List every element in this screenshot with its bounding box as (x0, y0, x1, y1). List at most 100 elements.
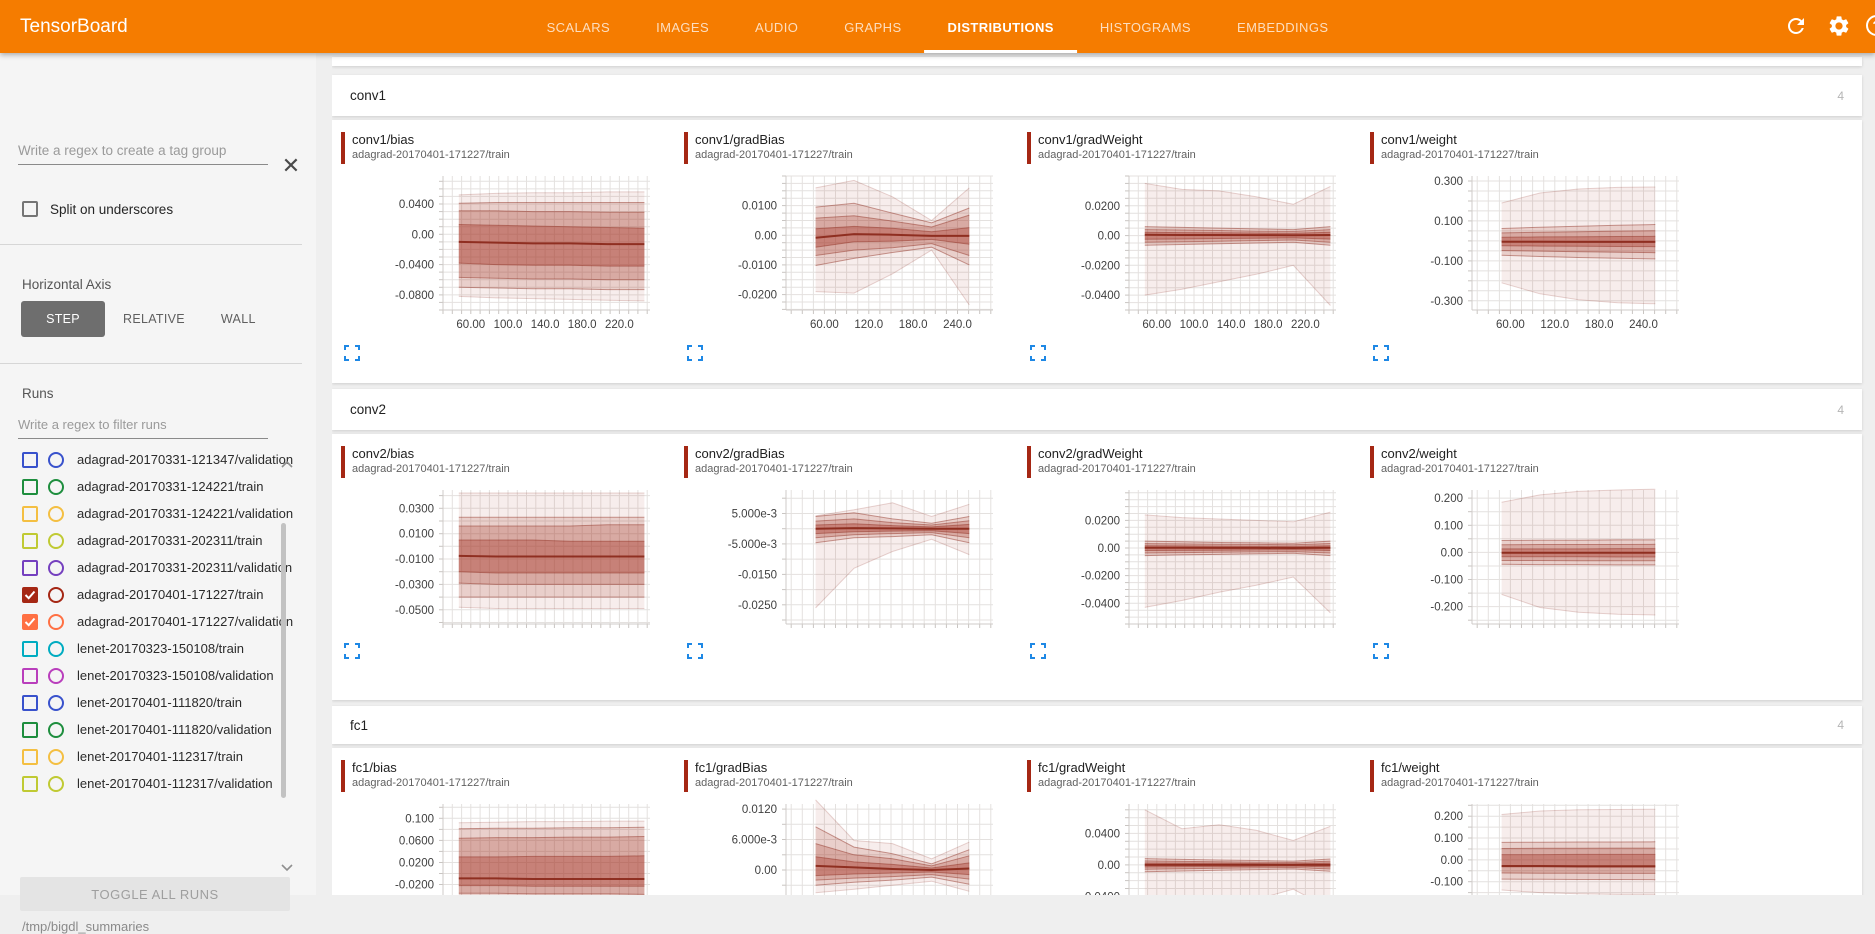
split-underscores-row[interactable]: Split on underscores (22, 201, 173, 217)
expand-icon[interactable] (1029, 345, 1047, 363)
distribution-plot[interactable]: 0.03000.0100-0.0100-0.0300-0.0500 (341, 480, 671, 630)
run-checkbox[interactable] (22, 533, 38, 549)
run-list-item[interactable]: lenet-20170323-150108/validation (22, 667, 302, 684)
run-radio[interactable] (48, 506, 64, 522)
axis-option-wall[interactable]: WALL (203, 301, 274, 337)
run-list-item[interactable]: lenet-20170401-111820/validation (22, 721, 302, 738)
distribution-plot[interactable]: 0.02000.00-0.0200-0.0400 (1027, 480, 1357, 630)
run-label: lenet-20170323-150108/validation (77, 667, 295, 684)
close-icon[interactable]: ✕ (280, 155, 302, 177)
chart-title: fc1/bias (352, 760, 671, 776)
distribution-plot[interactable]: 0.2000.1000.00-0.100 (1370, 794, 1700, 895)
run-radio[interactable] (48, 533, 64, 549)
run-checkbox[interactable] (22, 749, 38, 765)
run-checkbox[interactable] (22, 641, 38, 657)
chart-run-label: adagrad-20170401-171227/train (695, 776, 1014, 790)
run-list-item[interactable]: lenet-20170401-111820/train (22, 694, 302, 711)
distribution-plot[interactable]: 0.1000.06000.0200-0.0200 (341, 794, 671, 895)
tag-filter-row: ✕ (18, 139, 302, 165)
axis-option-step[interactable]: STEP (21, 301, 105, 337)
expand-icon[interactable] (1372, 643, 1390, 661)
run-checkbox[interactable] (22, 695, 38, 711)
run-radio[interactable] (48, 695, 64, 711)
run-radio[interactable] (48, 668, 64, 684)
run-list-item[interactable]: adagrad-20170331-121347/validation (22, 451, 302, 468)
distribution-plot[interactable]: 0.02000.00-0.0200-0.040060.00100.0140.01… (1027, 166, 1357, 332)
run-list-scrollbar[interactable] (281, 523, 286, 798)
run-list-item[interactable]: adagrad-20170331-202311/validation (22, 559, 302, 576)
run-radio[interactable] (48, 776, 64, 792)
run-radio[interactable] (48, 641, 64, 657)
tab-distributions[interactable]: DISTRIBUTIONS (925, 0, 1077, 53)
svg-text:220.0: 220.0 (1291, 319, 1320, 331)
distribution-plot[interactable]: 5.000e-3-5.000e-3-0.0150-0.0250 (684, 480, 1014, 630)
run-checkbox[interactable] (22, 668, 38, 684)
tab-audio[interactable]: AUDIO (732, 0, 821, 53)
split-underscores-checkbox[interactable] (22, 201, 38, 217)
tab-embeddings[interactable]: EMBEDDINGS (1214, 0, 1351, 53)
run-checkbox[interactable] (22, 722, 38, 738)
run-radio[interactable] (48, 587, 64, 603)
run-list-item[interactable]: lenet-20170401-112317/train (22, 748, 302, 765)
run-list-item[interactable]: adagrad-20170331-124221/train (22, 478, 302, 495)
runs-filter-input[interactable] (18, 413, 268, 439)
run-checkbox[interactable] (22, 587, 38, 603)
svg-text:0.00: 0.00 (1098, 860, 1120, 872)
distribution-plot[interactable]: 0.2000.1000.00-0.100-0.200 (1370, 480, 1700, 630)
axis-option-relative[interactable]: RELATIVE (105, 301, 203, 337)
svg-text:240.0: 240.0 (1629, 319, 1658, 331)
chevron-down-icon[interactable] (280, 859, 294, 867)
chevron-up-icon[interactable] (280, 455, 294, 463)
distribution-plot[interactable]: 0.01206.000e-30.00 (684, 794, 1014, 895)
svg-text:-0.0400: -0.0400 (1081, 598, 1120, 610)
run-checkbox[interactable] (22, 452, 38, 468)
section-header-conv2[interactable]: conv24 (332, 389, 1862, 430)
distribution-plot[interactable]: 0.04000.00-0.0400 (1027, 794, 1357, 895)
svg-text:120.0: 120.0 (854, 319, 883, 331)
run-radio[interactable] (48, 749, 64, 765)
expand-icon[interactable] (686, 345, 704, 363)
gear-icon[interactable] (1827, 14, 1851, 38)
run-checkbox[interactable] (22, 506, 38, 522)
distribution-plot[interactable]: 0.3000.100-0.100-0.30060.00120.0180.0240… (1370, 166, 1700, 332)
distribution-plot[interactable]: 0.04000.00-0.0400-0.080060.00100.0140.01… (341, 166, 671, 332)
expand-icon[interactable] (343, 643, 361, 661)
svg-text:0.0120: 0.0120 (742, 804, 777, 816)
run-radio[interactable] (48, 452, 64, 468)
run-checkbox[interactable] (22, 560, 38, 576)
help-icon[interactable]: ? (1866, 14, 1875, 38)
run-list-item[interactable]: adagrad-20170401-171227/validation (22, 613, 302, 630)
run-checkbox[interactable] (22, 614, 38, 630)
tag-filter-input[interactable] (18, 139, 268, 165)
run-list-item[interactable]: lenet-20170323-150108/train (22, 640, 302, 657)
svg-text:-0.100: -0.100 (1430, 256, 1463, 268)
run-label: lenet-20170401-112317/train (77, 748, 295, 765)
tab-images[interactable]: IMAGES (633, 0, 732, 53)
run-checkbox[interactable] (22, 479, 38, 495)
refresh-icon[interactable] (1784, 14, 1808, 38)
run-checkbox[interactable] (22, 776, 38, 792)
run-radio[interactable] (48, 722, 64, 738)
section-header-conv1[interactable]: conv14 (332, 75, 1862, 116)
expand-icon[interactable] (343, 345, 361, 363)
run-radio[interactable] (48, 560, 64, 576)
svg-text:0.00: 0.00 (755, 865, 777, 877)
toggle-all-runs-button[interactable]: TOGGLE ALL RUNS (20, 877, 290, 911)
run-radio[interactable] (48, 479, 64, 495)
tab-graphs[interactable]: GRAPHS (821, 0, 924, 53)
svg-text:-0.0500: -0.0500 (395, 605, 434, 617)
svg-text:-0.0200: -0.0200 (395, 880, 434, 892)
tab-histograms[interactable]: HISTOGRAMS (1077, 0, 1214, 53)
run-list-item[interactable]: adagrad-20170331-124221/validation (22, 505, 302, 522)
section-header-fc1[interactable]: fc14 (332, 706, 1862, 744)
run-list-item[interactable]: adagrad-20170401-171227/train (22, 586, 302, 603)
run-list-item[interactable]: adagrad-20170331-202311/train (22, 532, 302, 549)
run-list-item[interactable]: lenet-20170401-112317/validation (22, 775, 302, 792)
distribution-plot[interactable]: 0.01000.00-0.0100-0.020060.00120.0180.02… (684, 166, 1014, 332)
tab-scalars[interactable]: SCALARS (524, 0, 634, 53)
expand-icon[interactable] (1029, 643, 1047, 661)
expand-icon[interactable] (1372, 345, 1390, 363)
expand-icon[interactable] (686, 643, 704, 661)
distribution-chart-card: fc1/gradWeightadagrad-20170401-171227/tr… (1027, 760, 1357, 895)
run-radio[interactable] (48, 614, 64, 630)
